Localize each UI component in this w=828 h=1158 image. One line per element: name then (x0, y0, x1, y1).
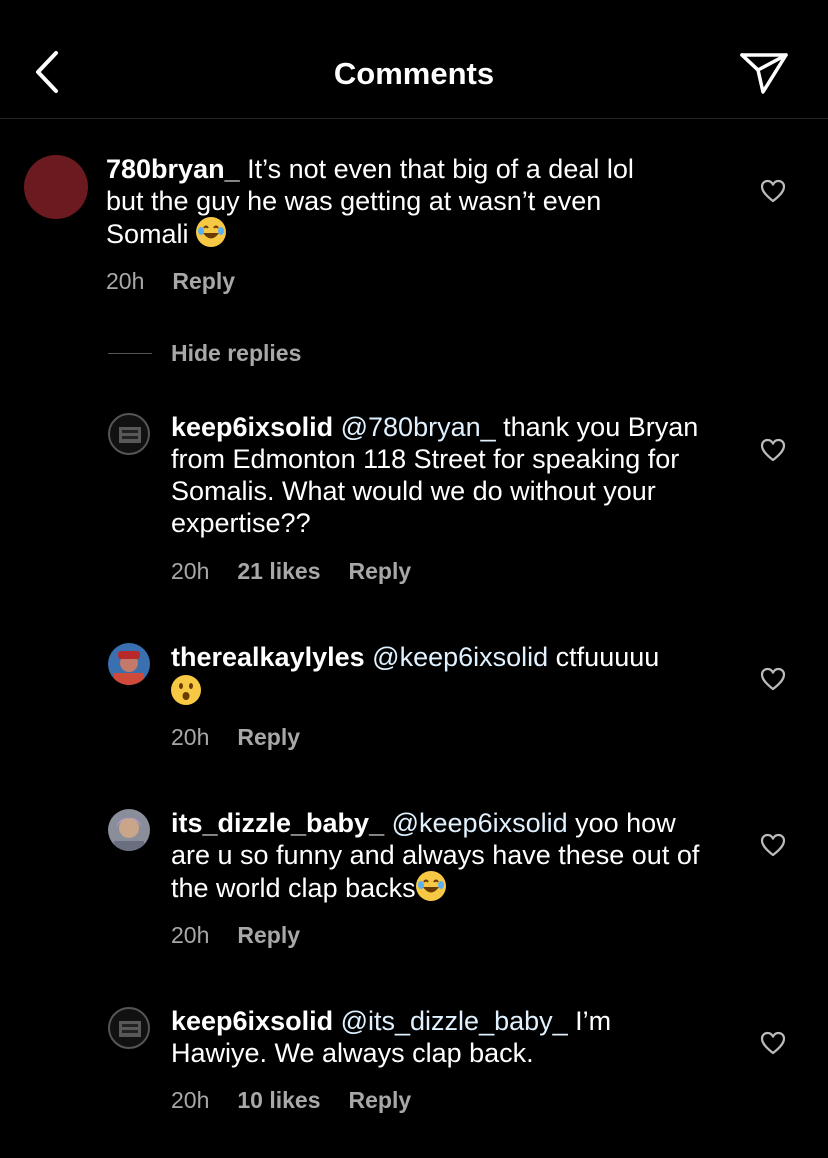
mention-link[interactable]: @its_dizzle_baby_ (341, 1006, 568, 1036)
avatar[interactable] (108, 643, 150, 685)
heart-icon[interactable] (760, 1031, 786, 1055)
timestamp: 20h (171, 922, 210, 948)
timestamp: 20h (106, 268, 145, 294)
reply-button[interactable]: Reply (349, 558, 412, 584)
heart-icon[interactable] (760, 833, 786, 857)
comment-meta: 20h Reply (106, 268, 263, 295)
mention-link[interactable]: @780bryan_ (341, 412, 496, 442)
reply-button[interactable]: Reply (172, 268, 235, 294)
likes-count[interactable]: 10 likes (237, 1087, 320, 1113)
reply-body: ctfuuuuu (548, 642, 660, 672)
page-title: Comments (333, 56, 495, 91)
laughing-emoji-icon (196, 217, 227, 247)
reply-button[interactable]: Reply (349, 1087, 412, 1113)
reply-username[interactable]: its_dizzle_baby_ (171, 808, 384, 838)
comment-username[interactable]: 780bryan_ (106, 154, 240, 184)
reply-meta: 20h Reply (171, 922, 328, 949)
divider (108, 353, 152, 354)
reply-username[interactable]: keep6ixsolid (171, 1006, 333, 1036)
surprised-emoji-icon (171, 675, 201, 705)
send-icon (740, 53, 788, 94)
reply-text: keep6ixsolid @780bryan_ thank you Bryan … (171, 411, 711, 539)
timestamp: 20h (171, 558, 210, 584)
reply-username[interactable]: therealkaylyles (171, 642, 365, 672)
timestamp: 20h (171, 724, 210, 750)
reply-text: its_dizzle_baby_ @keep6ixsolid yoo how a… (171, 807, 711, 904)
timestamp: 20h (171, 1087, 210, 1113)
avatar[interactable] (108, 809, 150, 851)
mention-link[interactable]: @keep6ixsolid (372, 642, 548, 672)
heart-icon[interactable] (760, 438, 786, 462)
heart-icon[interactable] (760, 667, 786, 691)
mention-link[interactable]: @keep6ixsolid (392, 808, 568, 838)
header: Comments (0, 0, 828, 119)
reply-meta: 20h Reply (171, 724, 328, 751)
reply-button[interactable]: Reply (237, 922, 300, 948)
avatar[interactable] (24, 155, 88, 219)
avatar[interactable] (108, 1007, 150, 1049)
likes-count[interactable]: 21 likes (237, 558, 320, 584)
comment-text: 780bryan_ It’s not even that big of a de… (106, 153, 646, 250)
reply-meta: 20h 21 likes Reply (171, 558, 439, 585)
reply-text: keep6ixsolid @its_dizzle_baby_ I’m Hawiy… (171, 1005, 711, 1069)
reply-username[interactable]: keep6ixsolid (171, 412, 333, 442)
reply-text: therealkaylyles @keep6ixsolid ctfuuuuu (171, 641, 711, 708)
reply-meta: 20h 10 likes Reply (171, 1087, 439, 1114)
reply-button[interactable]: Reply (237, 724, 300, 750)
heart-icon[interactable] (760, 179, 786, 203)
avatar[interactable] (108, 413, 150, 455)
hide-replies-button[interactable]: Hide replies (171, 340, 301, 367)
share-button[interactable] (738, 50, 790, 96)
laughing-emoji-icon (415, 871, 446, 901)
